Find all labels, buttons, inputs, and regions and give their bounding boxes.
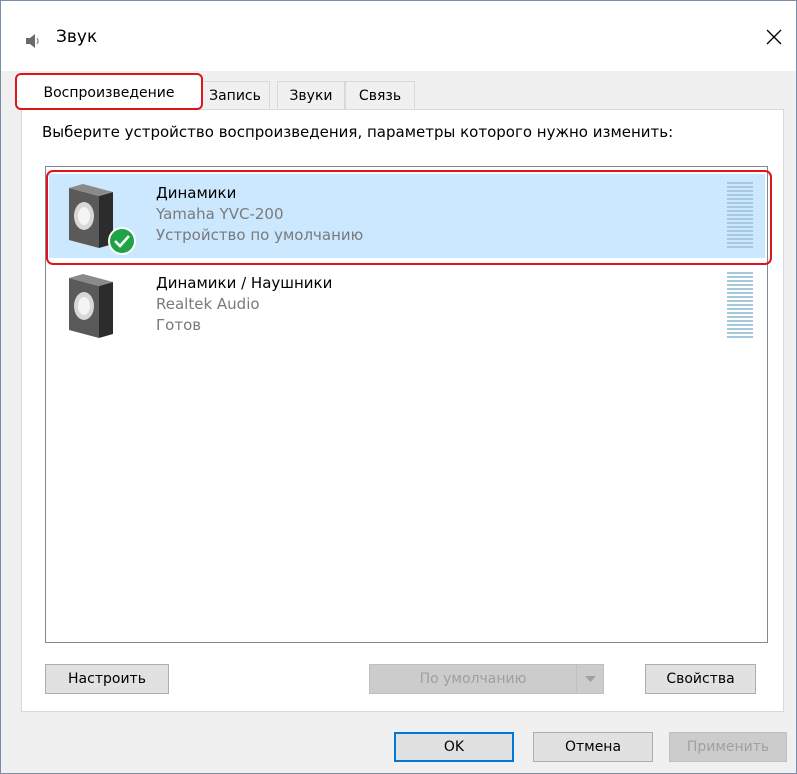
chevron-down-icon (585, 676, 596, 682)
device-name: Динамики / Наушники (156, 274, 333, 292)
speaker-icon (26, 34, 39, 48)
default-device-check-icon (108, 227, 136, 255)
apply-label: Применить (686, 739, 770, 755)
tab-communications[interactable]: Связь (345, 81, 415, 109)
configure-button[interactable]: Настроить (45, 664, 169, 694)
device-status: Готов (156, 316, 202, 334)
tab-strip: Запись Звуки Связь Воспроизведение (15, 73, 785, 110)
device-model: Yamaha YVC-200 (156, 205, 284, 223)
device-status: Устройство по умолчанию (156, 226, 364, 244)
properties-label: Свойства (666, 671, 735, 687)
properties-button[interactable]: Свойства (645, 664, 756, 694)
set-default-button[interactable]: По умолчанию (369, 664, 604, 694)
close-button[interactable] (756, 19, 792, 55)
playback-panel: Выберите устройство воспроизведения, пар… (21, 109, 784, 712)
cancel-button[interactable]: Отмена (533, 732, 653, 762)
tab-record[interactable]: Запись (200, 81, 270, 109)
panel-prompt: Выберите устройство воспроизведения, пар… (42, 123, 674, 141)
device-name: Динамики (156, 184, 237, 202)
set-default-label: По умолчанию (419, 671, 527, 687)
device-list[interactable]: Динамики Yamaha YVC-200 Устройство по ум… (45, 166, 772, 643)
ok-label: OK (443, 739, 465, 755)
close-icon (766, 29, 782, 45)
set-default-dropdown[interactable] (576, 665, 603, 693)
window-title: Звук (56, 27, 98, 47)
speaker-icon (69, 274, 113, 338)
sound-dialog: Звук Запись Звуки Связь Воспроизведение … (0, 0, 797, 774)
device-item-speakers-headphones[interactable]: Динамики / Наушники Realtek Audio Готов (49, 264, 765, 348)
device-item-speakers-yamaha[interactable]: Динамики Yamaha YVC-200 Устройство по ум… (49, 174, 765, 258)
volume-meter (727, 182, 753, 254)
tab-playback[interactable]: Воспроизведение (15, 73, 203, 110)
title-bar: Звук (1, 1, 796, 71)
tab-sounds[interactable]: Звуки (277, 81, 345, 109)
apply-button[interactable]: Применить (669, 732, 787, 762)
configure-label: Настроить (68, 671, 146, 687)
cancel-label: Отмена (564, 739, 622, 755)
device-model: Realtek Audio (156, 295, 260, 313)
ok-button[interactable]: OK (394, 732, 514, 762)
volume-meter (727, 272, 753, 344)
